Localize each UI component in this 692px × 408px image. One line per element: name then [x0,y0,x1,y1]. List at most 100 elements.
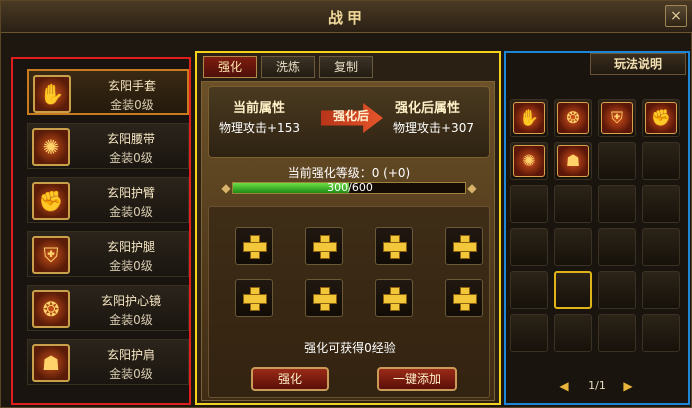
auto-add-button[interactable]: 一键添加 [377,367,457,391]
window-title: 战甲 [327,9,366,27]
bag-slot[interactable] [642,271,680,309]
attribute-compare: 当前属性 物理攻击+153 强化后 强化后属性 物理攻击+307 [208,86,490,158]
enhance-button[interactable]: 强化 [251,367,329,391]
equipment-grade: 金装0级 [110,98,154,112]
equipment-grade: 金装0级 [109,313,153,327]
bag-slot[interactable] [554,314,592,352]
equipment-grade: 金装0级 [109,205,153,219]
bag-slot[interactable] [598,271,636,309]
plus-icon [453,235,477,259]
bag-slot[interactable]: ☗ [554,142,592,180]
equipment-name: 玄阳护肩 [106,348,155,362]
bag-slot[interactable] [642,314,680,352]
bag-slot[interactable] [642,228,680,266]
bag-slot[interactable] [510,228,548,266]
close-button[interactable]: × [665,5,687,27]
enhance-content: 当前属性 物理攻击+153 强化后 强化后属性 物理攻击+307 当前强化等级：… [201,81,495,401]
equipment-grade: 金装0级 [109,151,153,165]
gauntlet-icon: ✋ [33,75,71,113]
material-slot[interactable] [445,279,483,317]
bracer-icon: ✊ [32,182,70,220]
leg-guard-icon: ⛨ [601,102,633,134]
bag-slot[interactable] [510,271,548,309]
equipment-grade: 金装0级 [109,259,153,273]
after-attr-value: 物理攻击+307 [393,121,474,135]
equipment-item[interactable]: ✋ 玄阳手套金装0级 [27,69,189,115]
plus-icon [243,235,267,259]
bracer-icon: ✊ [645,102,677,134]
arrow-label: 强化后 [332,109,369,123]
armor-window: 战甲 × ✋ 玄阳手套 金装0级 ✺ 玄阳腰带 金装0级 ✊ 玄阳护臂 金装0级 ⛨ 玄阳护腿 金装0… [0,0,692,408]
material-slot[interactable] [375,279,413,317]
bag-slot[interactable]: ⛨ [598,99,636,137]
bag-slot[interactable]: ✊ [642,99,680,137]
plus-icon [243,287,267,311]
material-slot[interactable] [235,279,273,317]
shoulder-guard-icon: ☗ [32,344,70,382]
belt-icon: ✺ [513,145,545,177]
equipment-grade: 金装0级 [109,367,153,381]
equipment-name: 玄阳护心镜 [100,294,161,308]
current-attr-value: 物理攻击+153 [219,121,300,135]
leg-guard-icon: ⛨ [32,236,70,274]
bag-slot[interactable] [598,185,636,223]
equipment-list: ✋ 玄阳手套 金装0级 ✺ 玄阳腰带 金装0级 ✊ 玄阳护臂 金装0级 ⛨ 玄阳护腿 金装0级 ❂ 玄阳护… [11,57,191,405]
bag-slot[interactable] [642,185,680,223]
equipment-item[interactable]: ☗ 玄阳护肩金装0级 [27,339,189,385]
plus-icon [313,235,337,259]
equipment-item[interactable]: ✺ 玄阳腰带金装0级 [27,123,189,169]
exp-gain-text: 强化可获得0经验 [304,341,396,355]
enhance-level: 当前强化等级：0 (+0) [287,166,411,180]
gauntlet-icon: ✋ [513,102,545,134]
plus-icon [383,235,407,259]
bag-slot[interactable] [642,142,680,180]
help-button[interactable]: 玩法说明 [590,53,686,75]
bag-slot[interactable]: ✋ [510,99,548,137]
bag-slot[interactable] [554,185,592,223]
plus-icon [383,287,407,311]
chest-mirror-icon: ❂ [557,102,589,134]
tab-copy[interactable]: 复制 [319,56,373,78]
material-slot[interactable] [235,227,273,265]
enhance-progress-bar: 300/600 [232,181,466,194]
bag-slot[interactable] [598,314,636,352]
bag-grid: ✋ ❂ ⛨ ✊ ✺ ☗ [510,99,684,359]
tab-refine[interactable]: 洗炼 [261,56,315,78]
bag-slot[interactable] [510,314,548,352]
equipment-item[interactable]: ⛨ 玄阳护腿金装0级 [27,231,189,277]
tab-enhance[interactable]: 强化 [203,56,257,78]
material-slot[interactable] [305,227,343,265]
progress-text: 300/600 [327,181,373,194]
enhance-panel: 强化 洗炼 复制 当前属性 物理攻击+153 强化后 强化后属性 物理攻击+30… [195,51,501,405]
bag-slot[interactable] [510,185,548,223]
equipment-name: 玄阳护腿 [106,240,155,254]
current-attr-label: 当前属性 [233,101,286,116]
bag-slot[interactable] [598,142,636,180]
after-attr-label: 强化后属性 [395,101,461,116]
plus-icon [453,287,477,311]
equipment-name: 玄阳护臂 [106,186,155,200]
bag-slot[interactable]: ❂ [554,99,592,137]
material-slot[interactable] [305,279,343,317]
belt-icon: ✺ [32,128,70,166]
bag-slot[interactable] [554,271,592,309]
bag-slot[interactable] [598,228,636,266]
material-slot[interactable] [445,227,483,265]
page-indicator: 1/1 [588,379,606,392]
chest-mirror-icon: ❂ [32,290,70,328]
bag-slot[interactable]: ✺ [510,142,548,180]
material-slots: 强化可获得0经验 强化 一键添加 [208,206,490,398]
bar-right-cap-icon: ◆ [467,181,477,195]
next-page-icon[interactable]: ▶ [622,379,634,393]
bag-slot[interactable] [554,228,592,266]
equipment-name: 玄阳手套 [107,79,156,93]
bag-panel: 玩法说明 ✋ ❂ ⛨ ✊ ✺ ☗ ◀ 1/1 ▶ [504,51,690,405]
material-slot[interactable] [375,227,413,265]
title-bar: 战甲 × [1,1,692,33]
plus-icon [313,287,337,311]
bar-left-cap-icon: ◆ [221,181,231,195]
equipment-name: 玄阳腰带 [106,132,155,146]
shoulder-guard-icon: ☗ [557,145,589,177]
equipment-item[interactable]: ✊ 玄阳护臂金装0级 [27,177,189,223]
equipment-item[interactable]: ❂ 玄阳护心镜金装0级 [27,285,189,331]
